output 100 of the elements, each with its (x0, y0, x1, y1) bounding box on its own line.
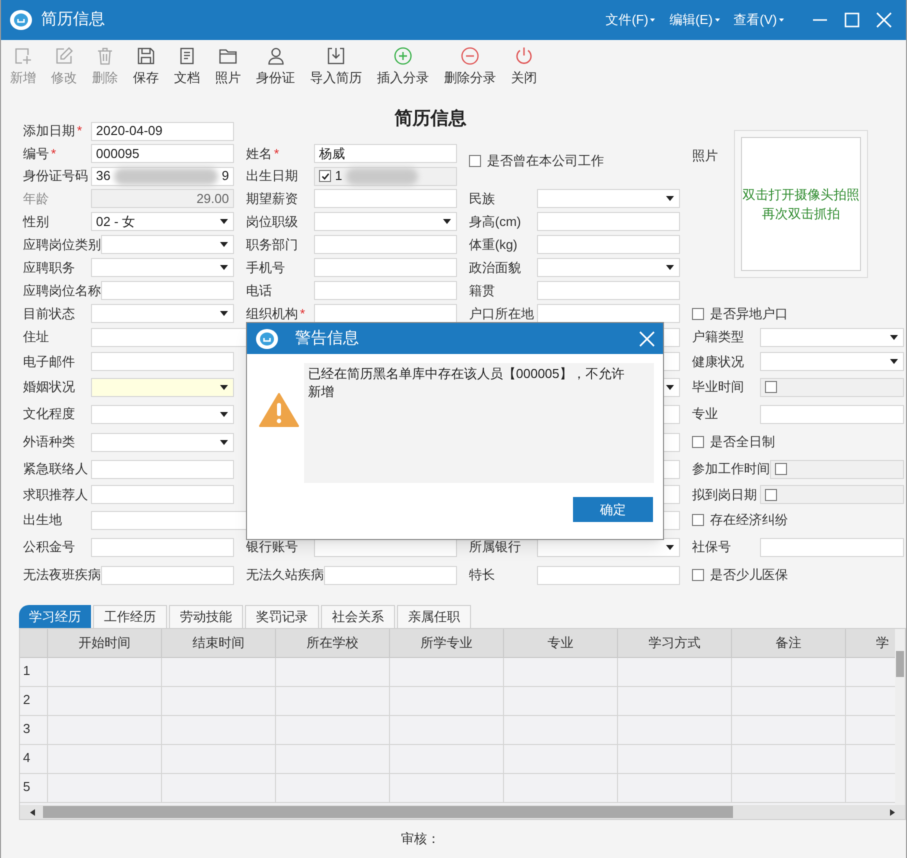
checkbox[interactable] (775, 463, 787, 475)
menu-item[interactable]: 文件(F) (606, 10, 656, 30)
input-field[interactable] (91, 352, 234, 371)
input-field[interactable] (314, 281, 457, 300)
table-cell[interactable] (504, 716, 618, 745)
toolbar-button[interactable]: 文档 (168, 46, 206, 86)
input-field[interactable]: 杨威 (314, 144, 457, 163)
input-field[interactable] (537, 212, 680, 231)
checkbox[interactable] (692, 436, 704, 448)
input-field[interactable] (537, 281, 680, 300)
menu-item[interactable]: 查看(V) (734, 10, 784, 30)
table-cell[interactable] (732, 716, 846, 745)
dropdown[interactable] (91, 404, 234, 424)
column-header[interactable]: 开始时间 (48, 629, 162, 658)
column-header[interactable]: 专业 (504, 629, 618, 658)
close-icon[interactable] (876, 12, 892, 28)
column-header[interactable]: 结束时间 (162, 629, 276, 658)
table-cell[interactable] (162, 745, 276, 774)
table-cell[interactable] (504, 687, 618, 716)
tab[interactable]: 劳动技能 (169, 605, 243, 628)
input-field[interactable] (91, 485, 234, 504)
table-cell[interactable] (390, 716, 504, 745)
checkbox[interactable] (692, 308, 704, 320)
input-field[interactable] (314, 189, 457, 208)
checkbox[interactable] (469, 154, 481, 166)
input-field[interactable] (760, 538, 904, 556)
toolbar-button[interactable]: 照片 (209, 46, 247, 86)
table-cell[interactable] (618, 658, 732, 687)
date-field[interactable] (770, 460, 904, 478)
table-cell[interactable] (48, 716, 162, 745)
column-header[interactable]: 备注 (732, 629, 846, 658)
column-header[interactable]: 所在学校 (276, 629, 390, 658)
table-cell[interactable] (162, 687, 276, 716)
date-field[interactable] (760, 485, 904, 504)
table-cell[interactable] (48, 658, 162, 687)
table-cell[interactable] (390, 774, 504, 803)
dropdown[interactable] (91, 378, 234, 396)
horizontal-scrollbar[interactable] (20, 805, 905, 819)
input-field[interactable] (537, 304, 680, 323)
table-cell[interactable] (390, 745, 504, 774)
input-field[interactable] (314, 235, 457, 254)
table-cell[interactable] (504, 658, 618, 687)
dropdown[interactable] (314, 212, 457, 231)
dropdown[interactable] (537, 189, 680, 208)
dropdown[interactable] (760, 352, 904, 371)
menu-item[interactable]: 编辑(E) (669, 10, 720, 30)
tab[interactable]: 社会关系 (321, 605, 395, 628)
checkbox[interactable] (692, 569, 704, 581)
maximize-icon[interactable] (844, 12, 860, 28)
tab[interactable]: 学习经历 (19, 605, 91, 628)
input-field[interactable] (760, 404, 904, 424)
table-cell[interactable] (618, 745, 732, 774)
table-cell[interactable] (162, 658, 276, 687)
input-field[interactable] (314, 258, 457, 277)
table-cell[interactable] (504, 745, 618, 774)
vertical-scrollbar[interactable] (895, 629, 905, 805)
table-cell[interactable] (618, 687, 732, 716)
table-cell[interactable] (48, 687, 162, 716)
dropdown[interactable] (91, 258, 234, 277)
dropdown[interactable] (537, 258, 680, 277)
table-cell[interactable] (162, 774, 276, 803)
dropdown[interactable] (91, 432, 234, 452)
toolbar-button[interactable]: 关闭 (505, 46, 543, 86)
table-cell[interactable] (276, 745, 390, 774)
input-field[interactable]: 000095 (91, 144, 234, 163)
table-cell[interactable] (732, 774, 846, 803)
input-field[interactable] (91, 538, 234, 556)
table-cell[interactable] (276, 716, 390, 745)
input-field[interactable] (101, 566, 234, 584)
table-cell[interactable] (732, 745, 846, 774)
table-cell[interactable] (618, 774, 732, 803)
close-icon[interactable] (639, 330, 655, 346)
checkbox[interactable] (319, 170, 331, 182)
dropdown[interactable] (91, 304, 234, 323)
input-field[interactable] (537, 235, 680, 254)
column-header[interactable]: 学习方式 (618, 629, 732, 658)
scroll-right-icon[interactable] (890, 808, 895, 816)
input-field[interactable] (324, 566, 457, 584)
checkbox[interactable] (765, 488, 777, 500)
date-field[interactable]: 1 (314, 166, 457, 186)
dropdown[interactable] (760, 328, 904, 346)
toolbar-button[interactable]: 保存 (127, 46, 165, 86)
tab[interactable]: 奖罚记录 (245, 605, 319, 628)
input-field[interactable] (91, 460, 234, 478)
table-cell[interactable] (48, 745, 162, 774)
photo-frame[interactable]: 双击打开摄像头拍照 再次双击抓拍 (734, 130, 868, 278)
scroll-left-icon[interactable] (30, 808, 35, 816)
date-field[interactable] (760, 378, 904, 396)
ok-button[interactable]: 确定 (573, 497, 653, 522)
tab[interactable]: 工作经历 (93, 605, 167, 628)
table-cell[interactable] (276, 687, 390, 716)
table-cell[interactable] (276, 774, 390, 803)
input-field[interactable] (314, 304, 457, 323)
input-field[interactable] (537, 566, 680, 584)
column-header[interactable]: 所学专业 (390, 629, 504, 658)
table-cell[interactable] (732, 687, 846, 716)
input-field[interactable]: 36 9 (91, 166, 234, 186)
tab[interactable]: 亲属任职 (397, 605, 471, 628)
toolbar-button[interactable]: 身份证 (250, 46, 301, 86)
toolbar-button[interactable]: 插入分录 (371, 46, 435, 86)
